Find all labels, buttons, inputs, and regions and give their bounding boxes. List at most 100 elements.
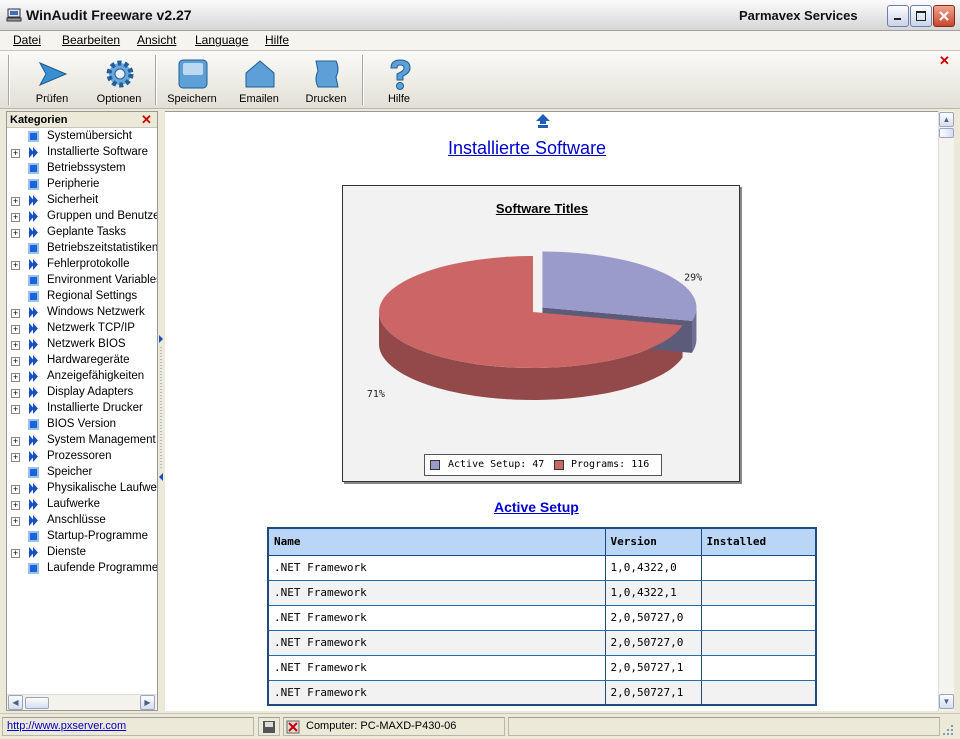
minimize-button[interactable] — [887, 5, 909, 27]
sidebar-item[interactable]: + Physikalische Laufwerke — [7, 481, 157, 497]
sidebar-item[interactable]: + Hardwaregeräte — [7, 353, 157, 369]
emailen-button[interactable]: Emailen — [228, 53, 290, 107]
scroll-left-button[interactable]: ◀ — [8, 695, 23, 710]
pruefen-button[interactable]: Prüfen — [21, 53, 83, 107]
expand-icon[interactable]: + — [11, 341, 20, 350]
resize-grip-icon[interactable] — [942, 724, 954, 736]
sidebar-item[interactable]: + Display Adapters — [7, 385, 157, 401]
expand-icon[interactable]: + — [11, 373, 20, 382]
pane-splitter[interactable] — [158, 111, 164, 711]
close-icon — [939, 11, 949, 21]
expand-icon[interactable]: + — [11, 389, 20, 398]
sidebar-item[interactable]: Laufende Programme — [7, 561, 157, 577]
vendor-name: Parmavex Services — [739, 8, 858, 23]
expand-icon[interactable]: + — [11, 405, 20, 414]
expand-icon[interactable]: + — [11, 261, 20, 270]
expand-icon[interactable]: + — [11, 197, 20, 206]
sidebar-item[interactable]: Speicher — [7, 465, 157, 481]
scroll-icon — [315, 60, 339, 88]
expand-icon[interactable]: + — [11, 309, 20, 318]
question-icon — [390, 59, 411, 90]
optionen-button[interactable]: Optionen — [88, 53, 150, 107]
scroll-right-button[interactable]: ▶ — [140, 695, 155, 710]
sidebar-item[interactable]: Betriebssystem — [7, 161, 157, 177]
sidebar-item[interactable]: + System Management — [7, 433, 157, 449]
expand-icon[interactable]: + — [11, 149, 20, 158]
page-heading-link[interactable]: Installierte Software — [448, 138, 606, 159]
sidebar-item[interactable]: + Prozessoren — [7, 449, 157, 465]
column-header-installed[interactable]: Installed — [700, 527, 817, 556]
hilfe-button[interactable]: Hilfe — [368, 53, 430, 107]
close-button[interactable] — [933, 5, 955, 27]
stop-icon[interactable] — [286, 720, 300, 734]
chevron-right-icon — [29, 515, 38, 526]
sidebar-item[interactable]: + Anschlüsse — [7, 513, 157, 529]
sidebar-item[interactable]: + Installierte Drucker — [7, 401, 157, 417]
expand-icon[interactable]: + — [11, 437, 20, 446]
sidebar-item-label: Sicherheit — [47, 194, 99, 206]
content-vertical-scrollbar[interactable]: ▲ ▼ — [938, 111, 954, 711]
cell-installed — [700, 654, 817, 681]
sidebar-item[interactable]: Betriebszeitstatistiken — [7, 241, 157, 257]
menu-bar: Datei Bearbeiten Ansicht Language Hilfe — [0, 31, 960, 51]
toolbar-close-icon[interactable]: ✕ — [939, 53, 950, 69]
chevron-right-icon — [29, 227, 38, 238]
sidebar-item-label: Environment Variables — [47, 274, 157, 286]
sidebar-item[interactable]: + Sicherheit — [7, 193, 157, 209]
report-view: Installierte Software Software Titles 29… — [165, 111, 938, 711]
speichern-button[interactable]: Speichern — [161, 53, 223, 107]
scroll-top-icon[interactable] — [535, 113, 551, 129]
sidebar-item[interactable]: + Netzwerk BIOS — [7, 337, 157, 353]
sidebar-item[interactable]: Environment Variables — [7, 273, 157, 289]
scroll-down-button[interactable]: ▼ — [939, 694, 954, 709]
sidebar-item[interactable]: Systemübersicht — [7, 129, 157, 145]
expand-icon[interactable]: + — [11, 357, 20, 366]
sidebar-item-label: Fehlerprotokolle — [47, 258, 130, 270]
menu-language[interactable]: Language — [195, 33, 248, 47]
scroll-up-button[interactable]: ▲ — [939, 112, 954, 127]
expand-icon[interactable]: + — [11, 229, 20, 238]
play-arrow-icon — [38, 61, 68, 87]
column-header-version[interactable]: Version — [604, 527, 702, 556]
column-header-name[interactable]: Name — [267, 527, 606, 556]
maximize-button[interactable] — [910, 5, 932, 27]
sidebar-item[interactable]: + Anzeigefähigkeiten — [7, 369, 157, 385]
sidebar-item[interactable]: + Installierte Software — [7, 145, 157, 161]
expand-icon[interactable]: + — [11, 213, 20, 222]
sidebar-close-icon[interactable]: ✕ — [141, 112, 152, 128]
sidebar-item[interactable]: Regional Settings — [7, 289, 157, 305]
scroll-thumb[interactable] — [939, 128, 954, 138]
sidebar-item[interactable]: + Windows Netzwerk — [7, 305, 157, 321]
expand-icon[interactable]: + — [11, 453, 20, 462]
sidebar-item[interactable]: + Netzwerk TCP/IP — [7, 321, 157, 337]
expand-icon[interactable]: + — [11, 517, 20, 526]
expand-icon[interactable]: + — [11, 325, 20, 334]
sidebar-item[interactable]: Peripherie — [7, 177, 157, 193]
software-table: Name Version Installed .NET Framework 1,0… — [267, 527, 817, 706]
sidebar-item[interactable]: + Laufwerke — [7, 497, 157, 513]
website-link[interactable]: http://www.pxserver.com — [7, 720, 126, 732]
menu-datei[interactable]: Datei — [13, 33, 41, 47]
expand-icon[interactable]: + — [11, 485, 20, 494]
drucken-button[interactable]: Drucken — [295, 53, 357, 107]
sidebar-horizontal-scrollbar[interactable]: ◀ ▶ — [7, 694, 157, 710]
sidebar-item[interactable]: Startup-Programme — [7, 529, 157, 545]
hilfe-label: Hilfe — [387, 93, 410, 105]
sidebar-item[interactable]: + Dienste — [7, 545, 157, 561]
computer-name: Computer: PC-MAXD-P430-06 — [306, 720, 457, 732]
sidebar-item[interactable]: + Fehlerprotokolle — [7, 257, 157, 273]
scroll-thumb[interactable] — [25, 697, 49, 709]
menu-hilfe[interactable]: Hilfe — [265, 33, 289, 47]
expand-icon[interactable]: + — [11, 549, 20, 558]
sidebar-item[interactable]: BIOS Version — [7, 417, 157, 433]
disk-icon[interactable] — [262, 720, 276, 734]
menu-bearbeiten[interactable]: Bearbeiten — [62, 33, 120, 47]
sidebar-item[interactable]: + Gruppen und Benutzer — [7, 209, 157, 225]
sidebar-item[interactable]: + Geplante Tasks — [7, 225, 157, 241]
minimize-icon — [894, 18, 901, 20]
active-setup-link[interactable]: Active Setup — [494, 499, 579, 515]
sidebar-item-label: Prozessoren — [47, 450, 112, 462]
expand-icon[interactable]: + — [11, 501, 20, 510]
menu-ansicht[interactable]: Ansicht — [137, 33, 176, 47]
sidebar-item-label: Betriebszeitstatistiken — [47, 242, 157, 254]
